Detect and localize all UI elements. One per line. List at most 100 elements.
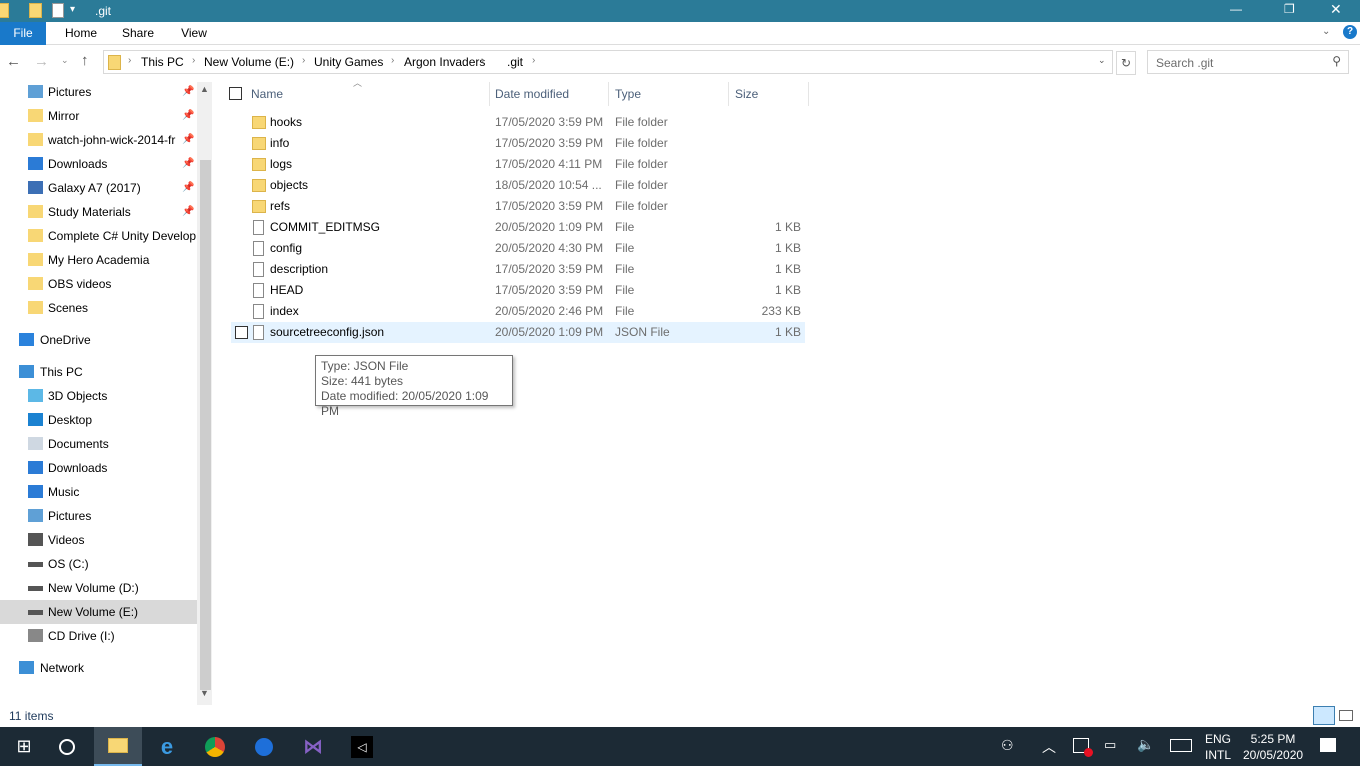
tab-share[interactable]: Share bbox=[116, 22, 160, 45]
column-header-name[interactable]: Name bbox=[245, 82, 490, 106]
sidebar-item[interactable]: Mirror 📌 bbox=[0, 104, 197, 128]
sidebar-item[interactable]: New Volume (E:) bbox=[0, 600, 197, 624]
file-row[interactable]: sourcetreeconfig.json 20/05/2020 1:09 PM J… bbox=[231, 322, 805, 343]
refresh-button[interactable]: ↻ bbox=[1116, 51, 1136, 75]
pin-icon[interactable]: 📌 bbox=[182, 176, 194, 200]
sidebar-item[interactable]: New Volume (D:) bbox=[0, 576, 197, 600]
customize-toolbar-icon[interactable]: ▾ bbox=[70, 4, 75, 15]
tab-file[interactable]: File bbox=[0, 22, 46, 45]
address-bar[interactable]: › This PC › New Volume (E:) › Unity Game… bbox=[103, 50, 1113, 74]
file-row[interactable]: info 17/05/2020 3:59 PM File folder bbox=[231, 133, 805, 154]
sidebar-item-label: Mirror bbox=[48, 109, 80, 123]
search-input[interactable]: Search .git ⚲ bbox=[1147, 50, 1349, 74]
sidebar-item[interactable]: OneDrive bbox=[0, 328, 197, 352]
people-icon[interactable]: ⚇ bbox=[1001, 737, 1014, 754]
desktop-icon bbox=[28, 413, 43, 426]
file-row[interactable]: objects 18/05/2020 10:54 ... File folder bbox=[231, 175, 805, 196]
sidebar-item[interactable]: Music bbox=[0, 480, 197, 504]
help-icon[interactable]: ? bbox=[1343, 25, 1357, 39]
clock[interactable]: 5:25 PM 20/05/2020 bbox=[1243, 731, 1303, 763]
file-row[interactable]: description 17/05/2020 3:59 PM File 1 KB bbox=[231, 259, 805, 280]
defender-icon[interactable] bbox=[1073, 738, 1093, 757]
sidebar-item[interactable]: Scenes bbox=[0, 296, 197, 320]
column-header-type[interactable]: Type bbox=[609, 82, 729, 106]
show-hidden-icons[interactable]: ︿ bbox=[1042, 737, 1056, 757]
properties-icon[interactable] bbox=[52, 3, 64, 18]
column-header-size[interactable]: Size bbox=[729, 82, 809, 106]
minimize-button[interactable]: — bbox=[1230, 2, 1242, 16]
taskbar-file-explorer[interactable] bbox=[94, 727, 142, 766]
file-row[interactable]: index 20/05/2020 2:46 PM File 233 KB bbox=[231, 301, 805, 322]
touch-keyboard-icon[interactable] bbox=[1170, 739, 1192, 752]
sidebar-item[interactable]: 3D Objects bbox=[0, 384, 197, 408]
file-type: File bbox=[615, 241, 635, 255]
sidebar-item[interactable]: OS (C:) bbox=[0, 552, 197, 576]
breadcrumb-git[interactable]: .git bbox=[507, 55, 523, 69]
sidebar-item[interactable]: Videos bbox=[0, 528, 197, 552]
language-indicator[interactable]: ENG INTL bbox=[1205, 731, 1231, 763]
taskbar-chrome[interactable] bbox=[191, 727, 239, 766]
sidebar-item[interactable]: Pictures 📌 bbox=[0, 80, 197, 104]
pin-icon[interactable]: 📌 bbox=[182, 104, 194, 128]
breadcrumb-this-pc[interactable]: This PC bbox=[141, 55, 184, 69]
sidebar-scrollbar-thumb[interactable] bbox=[200, 160, 211, 690]
sidebar-item[interactable]: Pictures bbox=[0, 504, 197, 528]
pin-icon[interactable]: 📌 bbox=[182, 200, 194, 224]
action-center-icon[interactable] bbox=[1320, 738, 1336, 752]
sidebar-item[interactable]: Downloads 📌 bbox=[0, 152, 197, 176]
taskbar-edge[interactable]: e bbox=[143, 727, 191, 766]
tab-home[interactable]: Home bbox=[60, 22, 102, 45]
pin-icon[interactable]: 📌 bbox=[182, 152, 194, 176]
taskbar-visual-studio[interactable]: ⋈ bbox=[289, 727, 337, 766]
sidebar-item[interactable]: Study Materials 📌 bbox=[0, 200, 197, 224]
battery-icon[interactable]: ▭ bbox=[1104, 737, 1116, 753]
file-type: JSON File bbox=[615, 325, 670, 339]
sidebar-item[interactable]: Complete C# Unity Develop bbox=[0, 224, 197, 248]
maximize-button[interactable]: ❐ bbox=[1284, 2, 1295, 16]
sidebar-item[interactable]: Galaxy A7 (2017) 📌 bbox=[0, 176, 197, 200]
back-button[interactable]: ← bbox=[6, 53, 21, 70]
taskbar-unity[interactable]: ◁ bbox=[338, 727, 386, 766]
file-row[interactable]: logs 17/05/2020 4:11 PM File folder bbox=[231, 154, 805, 175]
column-header-date[interactable]: Date modified bbox=[489, 82, 609, 106]
taskbar-maps[interactable] bbox=[240, 727, 288, 766]
sidebar-item[interactable]: CD Drive (I:) bbox=[0, 624, 197, 648]
recent-locations-button[interactable]: ⌄ bbox=[61, 55, 69, 66]
breadcrumb-new-volume-e[interactable]: New Volume (E:) bbox=[204, 55, 294, 69]
volume-icon[interactable]: 🔈 bbox=[1137, 736, 1154, 753]
pin-icon[interactable]: 📌 bbox=[182, 128, 194, 152]
file-row[interactable]: refs 17/05/2020 3:59 PM File folder bbox=[231, 196, 805, 217]
sidebar-item[interactable]: Desktop bbox=[0, 408, 197, 432]
sidebar-item[interactable]: This PC bbox=[0, 360, 197, 384]
select-all-checkbox[interactable] bbox=[229, 87, 242, 100]
sidebar-item[interactable]: My Hero Academia bbox=[0, 248, 197, 272]
sidebar-item[interactable]: Network bbox=[0, 656, 197, 680]
pin-icon[interactable]: 📌 bbox=[182, 80, 194, 104]
file-row[interactable]: COMMIT_EDITMSG 20/05/2020 1:09 PM File 1 KB bbox=[231, 217, 805, 238]
sidebar-item[interactable]: OBS videos bbox=[0, 272, 197, 296]
close-button[interactable]: ✕ bbox=[1330, 1, 1342, 18]
row-checkbox[interactable] bbox=[235, 326, 248, 339]
file-row[interactable]: HEAD 17/05/2020 3:59 PM File 1 KB bbox=[231, 280, 805, 301]
quick-access-folder-icon[interactable] bbox=[29, 3, 42, 18]
forward-button[interactable]: → bbox=[34, 53, 49, 70]
sidebar-item[interactable]: Downloads bbox=[0, 456, 197, 480]
file-row[interactable]: config 20/05/2020 4:30 PM File 1 KB bbox=[231, 238, 805, 259]
sidebar-item[interactable]: Documents bbox=[0, 432, 197, 456]
cortana-button[interactable] bbox=[43, 727, 91, 766]
tab-view[interactable]: View bbox=[174, 22, 214, 45]
start-button[interactable]: ⊞ bbox=[0, 727, 48, 766]
breadcrumb-argon-invaders[interactable]: Argon Invaders bbox=[404, 55, 485, 69]
sidebar-item-label: Desktop bbox=[48, 413, 93, 427]
expand-ribbon-icon[interactable]: ⌄ bbox=[1322, 26, 1330, 37]
documents-icon bbox=[28, 437, 43, 450]
search-icon: ⚲ bbox=[1332, 54, 1341, 68]
pictures-icon bbox=[28, 509, 43, 522]
breadcrumb-unity-games[interactable]: Unity Games bbox=[314, 55, 383, 69]
sidebar-item[interactable]: watch-john-wick-2014-fr 📌 bbox=[0, 128, 197, 152]
address-dropdown-icon[interactable]: ⌄ bbox=[1098, 55, 1106, 66]
up-button[interactable]: ↑ bbox=[81, 52, 89, 69]
details-view-button[interactable] bbox=[1313, 706, 1335, 725]
file-row[interactable]: hooks 17/05/2020 3:59 PM File folder bbox=[231, 112, 805, 133]
large-icons-view-button[interactable] bbox=[1339, 710, 1353, 721]
